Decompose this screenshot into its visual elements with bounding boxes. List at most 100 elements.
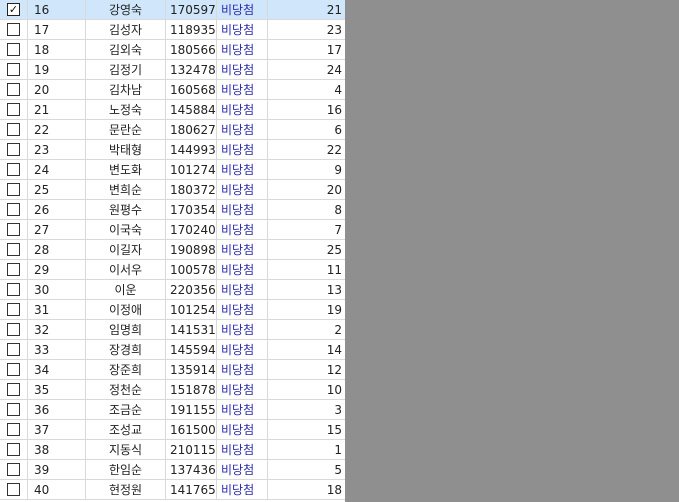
table-row[interactable]: 38 지동식 210115 비당첨 1 <box>0 440 345 460</box>
row-checkbox[interactable] <box>7 383 20 396</box>
row-checkbox[interactable] <box>7 423 20 436</box>
row-checkbox-cell[interactable] <box>0 400 28 419</box>
row-checkbox[interactable] <box>7 203 20 216</box>
row-name: 박태형 <box>86 140 166 159</box>
row-checkbox-cell[interactable] <box>0 180 28 199</box>
row-result: 비당첨 <box>217 120 268 139</box>
table-row[interactable]: 28 이길자 190898 비당첨 25 <box>0 240 345 260</box>
row-checkbox[interactable] <box>7 303 20 316</box>
row-checkbox-cell[interactable] <box>0 420 28 439</box>
row-checkbox-cell[interactable] <box>0 40 28 59</box>
row-checkbox-cell[interactable] <box>0 120 28 139</box>
row-checkbox[interactable] <box>7 443 20 456</box>
row-code: 100578 <box>166 260 217 279</box>
row-result: 비당첨 <box>217 380 268 399</box>
table-row[interactable]: 25 변희순 180372 비당첨 20 <box>0 180 345 200</box>
row-count: 12 <box>326 362 342 377</box>
row-checkbox-cell[interactable] <box>0 440 28 459</box>
row-checkbox-cell[interactable] <box>0 240 28 259</box>
table-row[interactable]: 23 박태형 144993 비당첨 22 <box>0 140 345 160</box>
row-checkbox[interactable] <box>7 323 20 336</box>
table-row[interactable]: 18 김외숙 180566 비당첨 17 <box>0 40 345 60</box>
table-row[interactable]: 27 이국숙 170240 비당첨 7 <box>0 220 345 240</box>
row-checkbox[interactable] <box>7 103 20 116</box>
row-result: 비당첨 <box>217 400 268 419</box>
row-checkbox[interactable] <box>7 363 20 376</box>
row-checkbox-cell[interactable] <box>0 280 28 299</box>
row-checkbox-cell[interactable]: ✓ <box>0 0 28 19</box>
row-name: 원평수 <box>86 200 166 219</box>
row-checkbox-cell[interactable] <box>0 380 28 399</box>
row-checkbox[interactable] <box>7 263 20 276</box>
row-name: 변희순 <box>86 180 166 199</box>
row-checkbox[interactable] <box>7 243 20 256</box>
row-code: 141531 <box>166 320 217 339</box>
row-checkbox[interactable] <box>7 403 20 416</box>
row-checkbox[interactable] <box>7 143 20 156</box>
table-row[interactable]: 22 문란순 180627 비당첨 6 <box>0 120 345 140</box>
row-code: 141765 <box>166 480 217 499</box>
table-row[interactable]: 32 임명희 141531 비당첨 2 <box>0 320 345 340</box>
row-checkbox[interactable]: ✓ <box>7 3 20 16</box>
table-row[interactable]: 36 조금순 191155 비당첨 3 <box>0 400 345 420</box>
row-result: 비당첨 <box>217 320 268 339</box>
table-row[interactable]: 24 변도화 101274 비당첨 9 <box>0 160 345 180</box>
empty-grid-area <box>345 0 679 502</box>
table-row[interactable]: 37 조성교 161500 비당첨 15 <box>0 420 345 440</box>
row-checkbox-cell[interactable] <box>0 320 28 339</box>
row-checkbox-cell[interactable] <box>0 80 28 99</box>
row-count: 9 <box>334 162 342 177</box>
table-row[interactable]: 34 장준희 135914 비당첨 12 <box>0 360 345 380</box>
table-row[interactable]: 35 정천순 151878 비당첨 10 <box>0 380 345 400</box>
row-code: 191155 <box>166 400 217 419</box>
row-checkbox-cell[interactable] <box>0 160 28 179</box>
row-number: 24 <box>28 160 86 179</box>
row-name: 김차남 <box>86 80 166 99</box>
row-name: 조금순 <box>86 400 166 419</box>
row-checkbox-cell[interactable] <box>0 60 28 79</box>
table-row[interactable]: 33 장경희 145594 비당첨 14 <box>0 340 345 360</box>
table-row[interactable]: 19 김정기 132478 비당첨 24 <box>0 60 345 80</box>
row-count: 4 <box>334 82 342 97</box>
row-checkbox-cell[interactable] <box>0 20 28 39</box>
row-checkbox[interactable] <box>7 163 20 176</box>
table-row[interactable]: 26 원평수 170354 비당첨 8 <box>0 200 345 220</box>
row-checkbox[interactable] <box>7 463 20 476</box>
row-number: 34 <box>28 360 86 379</box>
table-row[interactable]: 30 이운 220356 비당첨 13 <box>0 280 345 300</box>
row-name: 이정애 <box>86 300 166 319</box>
row-checkbox[interactable] <box>7 83 20 96</box>
row-name: 이길자 <box>86 240 166 259</box>
row-name: 장경희 <box>86 340 166 359</box>
table-row[interactable]: 29 이서우 100578 비당첨 11 <box>0 260 345 280</box>
row-number: 23 <box>28 140 86 159</box>
row-checkbox-cell[interactable] <box>0 260 28 279</box>
row-checkbox[interactable] <box>7 183 20 196</box>
row-checkbox-cell[interactable] <box>0 480 28 499</box>
row-checkbox[interactable] <box>7 123 20 136</box>
row-checkbox-cell[interactable] <box>0 140 28 159</box>
table-row[interactable]: 21 노정숙 145884 비당첨 16 <box>0 100 345 120</box>
row-checkbox[interactable] <box>7 23 20 36</box>
row-checkbox[interactable] <box>7 43 20 56</box>
row-checkbox[interactable] <box>7 63 20 76</box>
row-checkbox-cell[interactable] <box>0 300 28 319</box>
row-checkbox-cell[interactable] <box>0 200 28 219</box>
row-checkbox-cell[interactable] <box>0 360 28 379</box>
table-row[interactable]: 17 김성자 118935 비당첨 23 <box>0 20 345 40</box>
table-row[interactable]: 40 현정원 141765 비당첨 18 <box>0 480 345 500</box>
row-checkbox-cell[interactable] <box>0 220 28 239</box>
row-code: 101274 <box>166 160 217 179</box>
table-row[interactable]: 39 한임순 137436 비당첨 5 <box>0 460 345 480</box>
row-checkbox-cell[interactable] <box>0 100 28 119</box>
row-code: 170240 <box>166 220 217 239</box>
table-row[interactable]: 20 김차남 160568 비당첨 4 <box>0 80 345 100</box>
row-checkbox[interactable] <box>7 483 20 496</box>
row-checkbox[interactable] <box>7 283 20 296</box>
row-checkbox[interactable] <box>7 343 20 356</box>
row-checkbox-cell[interactable] <box>0 340 28 359</box>
table-row[interactable]: ✓ 16 강영숙 170597 비당첨 21 <box>0 0 345 20</box>
row-checkbox[interactable] <box>7 223 20 236</box>
row-checkbox-cell[interactable] <box>0 460 28 479</box>
table-row[interactable]: 31 이정애 101254 비당첨 19 <box>0 300 345 320</box>
